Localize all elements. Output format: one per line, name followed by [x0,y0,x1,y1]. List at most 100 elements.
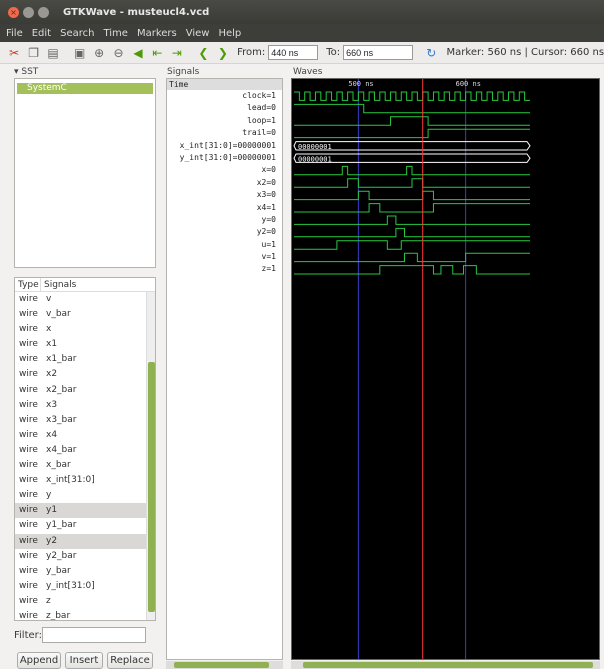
wave-z [294,265,530,275]
filter-input[interactable] [42,627,146,643]
list-item[interactable]: wire x4 [15,428,155,443]
sst-tree-item-systemc[interactable]: SystemC [17,83,153,94]
menu-markers[interactable]: Markers [137,28,177,39]
list-item[interactable]: wire x1 [15,337,155,352]
signal-name-row[interactable]: u=1 [167,239,282,251]
to-input[interactable] [343,45,414,60]
signal-list-scrollbar[interactable] [146,292,155,620]
find-previous-edge-icon[interactable]: ❮ [195,45,211,61]
signal-name-row[interactable]: v=1 [167,251,282,263]
time-ruler [292,79,599,89]
signals-hscrollbar[interactable] [166,661,283,669]
signal-name-row[interactable]: lead=0 [167,102,282,114]
list-item[interactable]: wire y1 [15,503,155,519]
signal-type: wire [19,475,38,486]
waveform-canvas[interactable]: 500 ns 600 ns 00000001 00000001 [292,79,600,660]
wave-lead [294,103,530,114]
signal-type-list: Type Signals wire v wire v_bar wire x wire x1 wi… [14,277,156,621]
maximize-window-button[interactable] [38,6,49,18]
signal-name-row[interactable]: y_int[31:0]=00000001 [167,152,282,164]
list-item[interactable]: wire y2 [15,533,155,549]
signal-name-row[interactable]: x_int[31:0]=00000001 [167,140,282,152]
reload-icon[interactable]: ↻ [423,45,439,61]
from-input[interactable] [268,45,319,60]
signal-name: x4 [46,429,58,440]
signal-type: wire [19,505,38,516]
list-item[interactable]: wire z_bar [15,609,155,620]
signal-name-row[interactable]: x4=1 [167,202,282,214]
signal-type: wire [19,354,38,365]
zoom-start-icon[interactable]: ⇤ [149,45,165,61]
signal-name-row[interactable]: x3=0 [167,189,282,201]
col-header-signals[interactable]: Signals [41,278,76,291]
zoom-out-icon[interactable]: ⊖ [110,45,126,61]
wave-x3 [294,190,530,201]
list-item[interactable]: wire y_int[31:0] [15,579,155,594]
list-item[interactable]: wire y1_bar [15,518,155,533]
menu-edit[interactable]: Edit [32,28,51,39]
col-header-type[interactable]: Type [15,278,41,291]
signal-name: y_int[31:0] [46,580,95,591]
list-item[interactable]: wire x3 [15,398,155,413]
insert-button[interactable]: Insert [65,652,103,669]
list-item[interactable]: wire x2 [15,367,155,382]
menu-file[interactable]: File [6,28,23,39]
menu-search[interactable]: Search [60,28,94,39]
wave-u [294,240,530,250]
list-item[interactable]: wire y_bar [15,564,155,579]
scrollbar-thumb[interactable] [148,362,155,612]
zoom-in-icon[interactable]: ⊕ [91,45,107,61]
minimize-window-button[interactable] [23,6,34,18]
signal-type: wire [19,414,38,425]
to-label: To: [326,47,341,58]
undo-zoom-icon[interactable]: ◀ [130,45,146,61]
close-window-button[interactable]: × [8,6,19,18]
list-item[interactable]: wire x_bar [15,458,155,473]
signal-name-row[interactable]: z=1 [167,263,282,275]
signal-name-row[interactable]: x=0 [167,164,282,176]
list-item[interactable]: wire x3_bar [15,413,155,428]
find-next-edge-icon[interactable]: ❯ [215,45,231,61]
list-item[interactable]: wire v_bar [15,307,155,322]
signal-type: wire [19,460,38,471]
signal-name: y2_bar [46,550,77,561]
signal-name-row[interactable]: y2=0 [167,226,282,238]
signal-name-row[interactable]: y=0 [167,214,282,226]
list-item[interactable]: wire z [15,594,155,609]
signal-type: wire [19,369,38,380]
signal-name: y1_bar [46,520,77,531]
signal-name-row[interactable]: loop=1 [167,115,282,127]
signal-type: wire [19,565,38,576]
list-item[interactable]: wire x2_bar [15,383,155,398]
list-item[interactable]: wire x_int[31:0] [15,473,155,488]
zoom-end-icon[interactable]: ⇥ [169,45,185,61]
sst-tree: SystemC [14,78,156,268]
title-bar: × GTKWave - musteucl4.vcd [0,0,604,24]
signal-name-row[interactable]: trail=0 [167,127,282,139]
sst-label: ▾ SST [14,67,39,77]
signal-name-row[interactable]: x2=0 [167,177,282,189]
menu-time[interactable]: Time [103,28,127,39]
menu-help[interactable]: Help [218,28,241,39]
scrollbar-thumb[interactable] [174,662,269,668]
list-item[interactable]: wire v [15,292,155,307]
copy-icon[interactable]: ❐ [25,45,41,61]
list-item[interactable]: wire x [15,322,155,337]
waves-hscrollbar[interactable] [291,661,600,669]
signal-type: wire [19,520,38,531]
zoom-fit-icon[interactable]: ▣ [72,45,88,61]
list-item[interactable]: wire y2_bar [15,549,155,564]
signal-type: wire [19,490,38,501]
list-item[interactable]: wire x4_bar [15,443,155,458]
waves-pane[interactable]: 500 ns 600 ns 00000001 00000001 [291,78,600,660]
replace-button[interactable]: Replace [107,652,153,669]
scrollbar-thumb[interactable] [303,662,593,668]
list-item[interactable]: wire y [15,488,155,503]
menu-view[interactable]: View [186,28,210,39]
signal-name-row[interactable]: clock=1 [167,90,282,102]
append-button[interactable]: Append [17,652,61,669]
paste-icon[interactable]: ▤ [45,45,61,61]
list-item[interactable]: wire x1_bar [15,352,155,367]
time-tick-label: 500 ns [348,80,373,88]
cut-icon[interactable]: ✂ [6,45,22,61]
